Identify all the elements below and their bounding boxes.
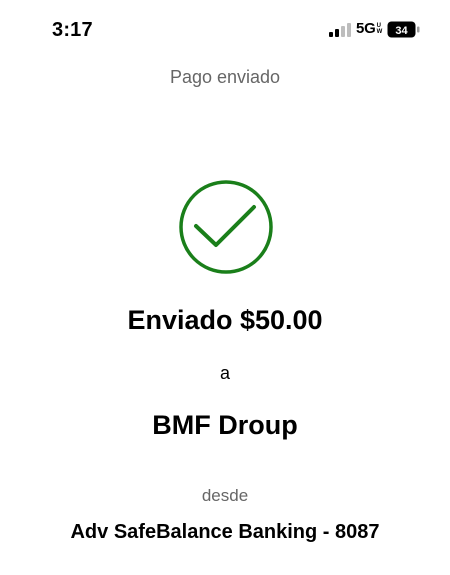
battery-level: 34 xyxy=(395,25,408,37)
from-label: desde xyxy=(201,486,249,505)
network-uw-bottom: W xyxy=(376,29,383,35)
status-bar: 3:17 5G U W 34 xyxy=(0,0,450,58)
network-uw: U W xyxy=(376,23,383,35)
page-title: Pago enviado xyxy=(169,67,281,87)
recipient-name: BMF Droup xyxy=(152,410,298,440)
network-type: 5G xyxy=(356,20,376,37)
source-account: Adv SafeBalance Banking - 8087 xyxy=(70,521,380,543)
checkmark-circle-icon xyxy=(179,180,273,274)
status-time: 3:17 xyxy=(52,19,93,41)
battery-icon: 34 xyxy=(387,21,420,38)
to-label: a xyxy=(219,363,230,383)
signal-bars-icon xyxy=(329,23,351,37)
sent-amount: Enviado $50.00 xyxy=(127,305,323,335)
network-indicator: 5G U W xyxy=(356,20,382,37)
